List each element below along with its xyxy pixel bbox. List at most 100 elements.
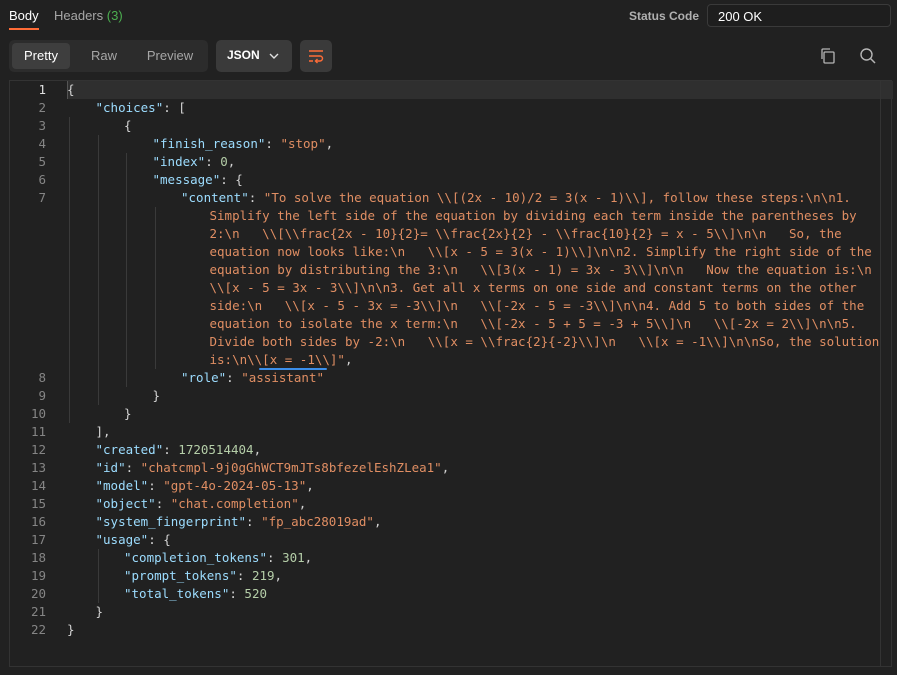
code-token: : (236, 568, 252, 583)
line-number: 19 (30, 568, 46, 583)
code-line: "completion_tokens": 301, (124, 549, 312, 567)
status-code-label: Status Code (629, 9, 700, 23)
editor-scrollbar[interactable] (880, 81, 891, 666)
code-token: equation by distributing the 3:\n \\[3(x… (209, 262, 872, 277)
spell-check-underline (258, 368, 327, 370)
code-line: "system_fingerprint": "fp_abc28019ad", (96, 513, 382, 531)
code-token: \\[x - 5 = 3x - 3\\]\n\n3. Get all x ter… (209, 280, 857, 295)
code-token: : (248, 190, 264, 205)
code-token: , (304, 550, 313, 565)
line-number: 9 (38, 388, 46, 403)
code-token: { (124, 118, 132, 133)
code-token: , (306, 478, 314, 493)
code-line: Simplify the left side of the equation b… (210, 207, 857, 225)
code-token: "object" (95, 496, 156, 511)
code-token: "completion_tokens" (124, 550, 267, 565)
tab-headers-label: Headers (54, 8, 104, 23)
line-number: 8 (38, 370, 46, 385)
code-token: equation to isolate the x term:\n \\[-2x… (209, 316, 857, 331)
tab-headers[interactable]: Headers (3) (54, 8, 123, 23)
code-token: , (274, 568, 283, 583)
code-token: "message" (152, 172, 221, 187)
tab-body[interactable]: Body (9, 8, 39, 23)
code-token: "gpt-4o-2024-05-13" (163, 478, 307, 493)
code-token: : { (148, 532, 171, 547)
line-number: 16 (30, 514, 46, 529)
status-code-value: 200 OK (718, 9, 763, 24)
code-line: equation now looks like:\n \\[x - 5 = 3(… (210, 243, 872, 261)
line-number: 22 (30, 622, 46, 637)
code-token: "assistant" (241, 370, 325, 385)
code-line: ], (96, 423, 111, 441)
indent-guide (69, 117, 70, 423)
code-token: : (246, 514, 262, 529)
code-token: "finish_reason" (152, 136, 266, 151)
code-token: 1720514404 (178, 442, 254, 457)
code-token: { (67, 82, 75, 97)
code-token: equation now looks like:\n \\[x - 5 = 3(… (209, 244, 872, 259)
code-token: "choices" (95, 100, 164, 115)
code-line: "total_tokens": 520 (124, 585, 267, 603)
code-token: 0 (220, 154, 228, 169)
line-number: 15 (30, 496, 46, 511)
code-line: \\[x - 5 = 3x - 3\\]\n\n3. Get all x ter… (210, 279, 857, 297)
code-line: "message": { (153, 171, 243, 189)
wrap-lines-button[interactable] (300, 40, 332, 72)
code-line: "id": "chatcmpl-9j0gGhWCT9mJTs8bfezelEsh… (96, 459, 450, 477)
code-token: : { (220, 172, 243, 187)
code-token: : (265, 136, 281, 151)
raw-button[interactable]: Raw (79, 43, 129, 69)
format-dropdown[interactable]: JSON (216, 40, 292, 72)
code-token: "id" (95, 460, 126, 475)
code-token: Divide both sides by -2:\n \\[x = \\frac… (209, 334, 880, 349)
active-tab-indicator (9, 28, 39, 30)
copy-icon[interactable] (818, 46, 838, 66)
wrap-lines-icon (309, 50, 324, 64)
line-number: 5 (38, 154, 46, 169)
code-token: } (67, 622, 75, 637)
code-line: is:\n\\[x = -1\\]", (210, 351, 353, 369)
code-token: "fp_abc28019ad" (261, 514, 374, 529)
code-line: } (67, 621, 75, 639)
current-line-highlight (67, 81, 893, 99)
code-token: side:\n \\[x - 5 - 3x = -3\\]\n \\[-2x -… (209, 298, 865, 313)
code-token: : (155, 496, 171, 511)
preview-button[interactable]: Preview (137, 43, 203, 69)
code-token: : (226, 370, 242, 385)
code-token: 520 (244, 586, 267, 601)
line-number: 10 (30, 406, 46, 421)
response-toolbar: Pretty Raw Preview JSON (0, 40, 897, 72)
code-token: "model" (95, 478, 149, 493)
code-line: "prompt_tokens": 219, (124, 567, 282, 585)
indent-guide (97, 549, 99, 603)
code-token: : (267, 550, 283, 565)
code-token: } (152, 388, 161, 403)
code-token: "role" (181, 370, 227, 385)
headers-count-badge: (3) (106, 8, 123, 23)
code-token: , (227, 154, 236, 169)
code-token: "chatcmpl-9j0gGhWCT9mJTs8bfezelEshZLea1" (140, 460, 442, 475)
pretty-button[interactable]: Pretty (12, 43, 70, 69)
line-number: 7 (38, 190, 46, 205)
code-token: "To solve the equation \\[(2x - 10)/2 = … (263, 190, 851, 205)
code-line: "role": "assistant" (181, 369, 324, 387)
search-icon[interactable] (858, 46, 878, 66)
line-number: 1 (38, 82, 46, 97)
code-token: Simplify the left side of the equation b… (209, 208, 857, 223)
code-token: "total_tokens" (124, 586, 230, 601)
code-token: : (205, 154, 221, 169)
code-token: , (373, 514, 382, 529)
code-line: } (153, 387, 161, 405)
line-number: 21 (30, 604, 46, 619)
code-line: "model": "gpt-4o-2024-05-13", (96, 477, 314, 495)
code-line: "object": "chat.completion", (96, 495, 307, 513)
response-body-editor[interactable]: 1 2 3 4 5 6 7 8 9 10 11 12 13 14 15 16 17 18 19 20 21 22 {"ch… (9, 80, 893, 667)
code-line: 2:\n \\[\\frac{2x - 10}{2}= \\frac{2x}{2… (210, 225, 842, 243)
code-token: : (229, 586, 245, 601)
line-number: 2 (38, 100, 46, 115)
code-token: , (344, 352, 353, 367)
code-token: 301 (282, 550, 305, 565)
code-line: { (67, 81, 75, 99)
code-token: is:\n\\[x = -1\\]" (209, 352, 345, 367)
code-token: : [ (163, 100, 186, 115)
